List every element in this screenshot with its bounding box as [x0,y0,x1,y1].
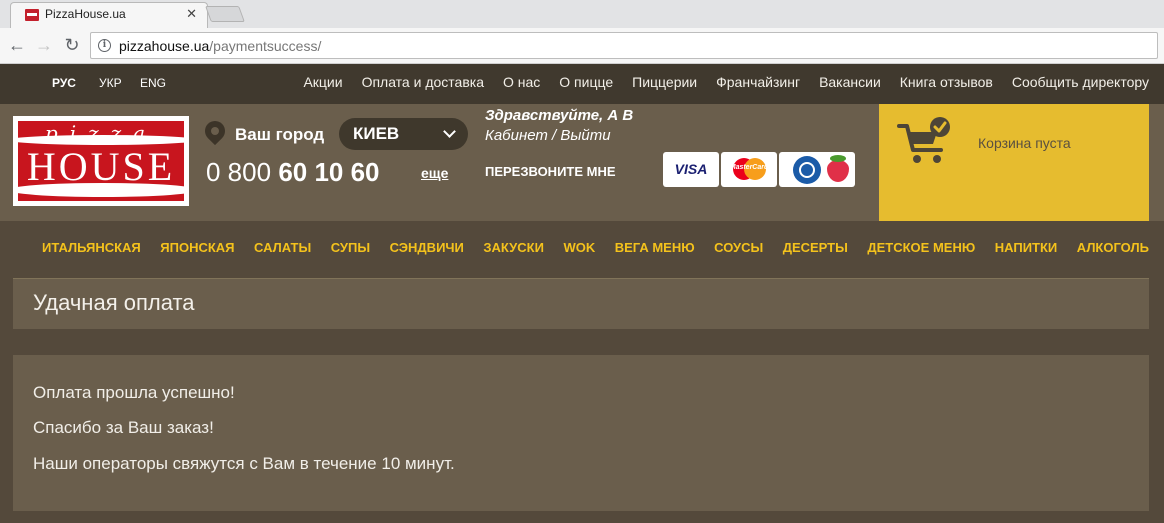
category-nav: ИТАЛЬЯНСКАЯ ЯПОНСКАЯ САЛАТЫ СУПЫ СЭНДВИЧ… [0,221,1164,277]
location-pin-icon [200,116,230,146]
more-phones-link[interactable]: еще [421,165,448,181]
phone-number[interactable]: 0 800 60 10 60 [206,157,380,188]
logo-text-pizza: pizza [44,121,158,145]
category-desserts[interactable]: ДЕСЕРТЫ [783,240,848,255]
message-line: Спасибо за Ваш заказ! [33,418,214,437]
top-links: Акции Оплата и доставка О нас О пицце Пи… [303,74,1149,90]
site-header: pizza HOUSE Ваш город КИЕВ 0 800 60 10 6… [0,104,1164,221]
category-soups[interactable]: СУПЫ [331,240,370,255]
category-vega[interactable]: ВЕГА МЕНЮ [615,240,695,255]
berry-shape [827,160,849,182]
info-icon[interactable]: i [98,39,111,52]
url-domain: pizzahouse.ua [119,38,210,54]
top-link-about-pizza[interactable]: О пицце [559,74,613,90]
browser-toolbar: ← → ↻ i pizzahouse.ua/paymentsuccess/ [0,28,1164,64]
back-arrow-icon[interactable]: ← [6,34,28,56]
city-select[interactable]: КИЕВ [339,118,468,150]
category-salads[interactable]: САЛАТЫ [254,240,311,255]
favicon-icon [25,9,39,21]
top-link-vacancies[interactable]: Вакансии [819,74,881,90]
cart-check-icon [897,117,950,163]
message-line: Наши операторы свяжутся с Вам в течение … [33,454,455,473]
leaf-shape [830,155,846,162]
category-alcohol[interactable]: АЛКОГОЛЬ [1077,240,1149,255]
top-link-promos[interactable]: Акции [303,74,342,90]
success-message-box: Оплата прошла успешно! Спасибо за Ваш за… [13,355,1149,511]
category-japanese[interactable]: ЯПОНСКАЯ [160,240,234,255]
category-sauces[interactable]: СОУСЫ [714,240,763,255]
forward-arrow-icon[interactable]: → [33,34,55,56]
page-title: Удачная оплата [33,290,195,315]
cart-status: Корзина пуста [978,135,1071,151]
visa-label: VISA [674,161,708,177]
reload-icon[interactable]: ↻ [61,34,83,56]
lang-uk[interactable]: УКР [99,76,122,90]
new-tab-button[interactable] [205,6,245,22]
logo-wave [18,183,184,197]
page-title-bar: Удачная оплата [13,278,1149,329]
category-kids[interactable]: ДЕТСКОЕ МЕНЮ [867,240,975,255]
city-value: КИЕВ [353,124,400,143]
lang-en[interactable]: ENG [140,76,166,90]
url-text: pizzahouse.ua/paymentsuccess/ [119,38,321,54]
address-bar[interactable]: i pizzahouse.ua/paymentsuccess/ [90,32,1158,59]
top-link-franchise[interactable]: Франчайзинг [716,74,800,90]
category-sandwiches[interactable]: СЭНДВИЧИ [390,240,464,255]
chevron-down-icon [443,125,456,138]
phone-main: 60 10 60 [278,157,380,187]
top-link-payment-delivery[interactable]: Оплата и доставка [362,74,484,90]
greeting-text: Здравствуйте, А В [485,107,634,124]
mastercard-label: MasterCard [729,164,769,171]
category-wok[interactable]: WOK [563,240,595,255]
top-link-reviews[interactable]: Книга отзывов [900,74,993,90]
close-tab-icon[interactable]: ✕ [186,6,197,22]
top-link-about[interactable]: О нас [503,74,540,90]
phone-prefix: 0 800 [206,157,272,187]
category-snacks[interactable]: ЗАКУСКИ [483,240,544,255]
cabinet-logout-link[interactable]: Кабинет / Выйти [485,127,611,144]
browser-tab-strip: PizzaHouse.ua ✕ [0,0,1164,28]
cart-box[interactable]: Корзина пуста [879,104,1149,221]
site-topbar: РУС УКР ENG Акции Оплата и доставка О на… [0,64,1164,104]
browser-tab[interactable]: PizzaHouse.ua ✕ [10,2,208,28]
category-italian[interactable]: ИТАЛЬЯНСКАЯ [42,240,141,255]
url-path: /paymentsuccess/ [209,38,322,54]
message-line: Оплата прошла успешно! [33,383,235,402]
category-list: ИТАЛЬЯНСКАЯ ЯПОНСКАЯ САЛАТЫ СУПЫ СЭНДВИЧ… [42,240,1149,255]
top-link-contact-director[interactable]: Сообщить директору [1012,74,1149,90]
lang-ru[interactable]: РУС [52,76,76,90]
site-logo[interactable]: pizza HOUSE [13,116,189,206]
top-link-pizzerias[interactable]: Пиццерии [632,74,697,90]
mastercard-icon: MasterCard [721,152,777,187]
callback-button[interactable]: ПЕРЕЗВОНИТЕ МНЕ [485,164,616,179]
visa-icon: VISA [663,152,719,187]
globe-icon [793,156,821,184]
city-label: Ваш город [235,125,325,144]
category-drinks[interactable]: НАПИТКИ [995,240,1058,255]
logo-graphic: pizza HOUSE [18,121,184,201]
tab-title: PizzaHouse.ua [45,7,126,21]
strawberry-icon [821,152,855,187]
